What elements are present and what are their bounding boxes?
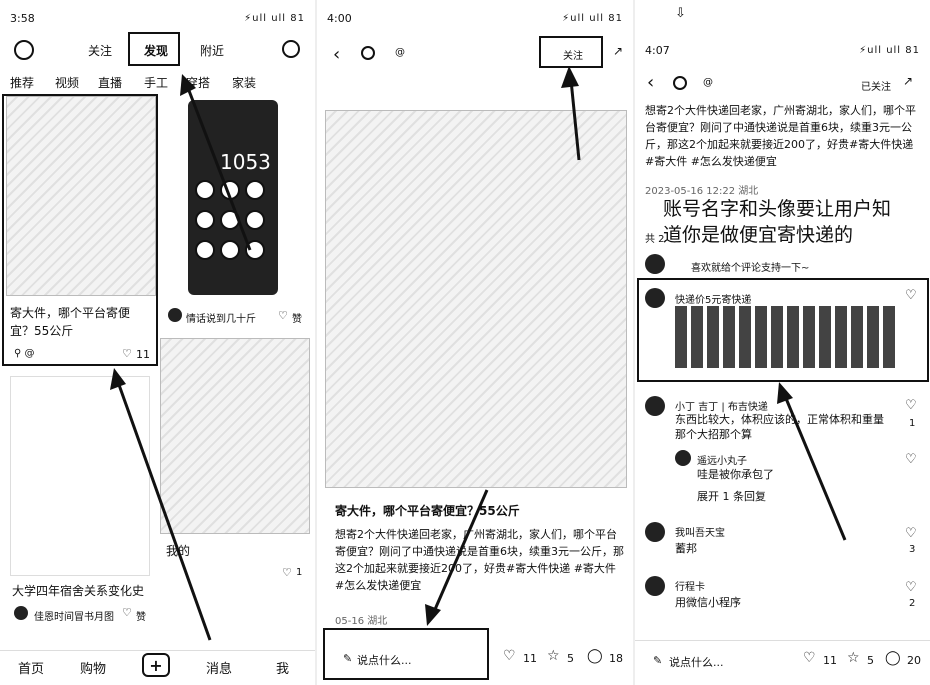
post-detail-screen: 4:00 ⚡ull ull 81 ‹ @ 关注 ↗ 寄大件，哪个平台寄便宜？55… [315,0,633,685]
annotation-arrows [425,66,581,626]
discover-feed-screen: 3:58 ⚡ull ull 81 关注 发现 附近 推荐 视频 直播 手工 穿搭… [0,0,315,685]
annotation-arrows [777,382,847,541]
comments-screen: ⇩ 4:07 ⚡ull ull 81 ‹ @ 已关注 ↗ 想寄2个大件快递回老家… [633,0,930,685]
annotation-arrows [110,74,252,641]
